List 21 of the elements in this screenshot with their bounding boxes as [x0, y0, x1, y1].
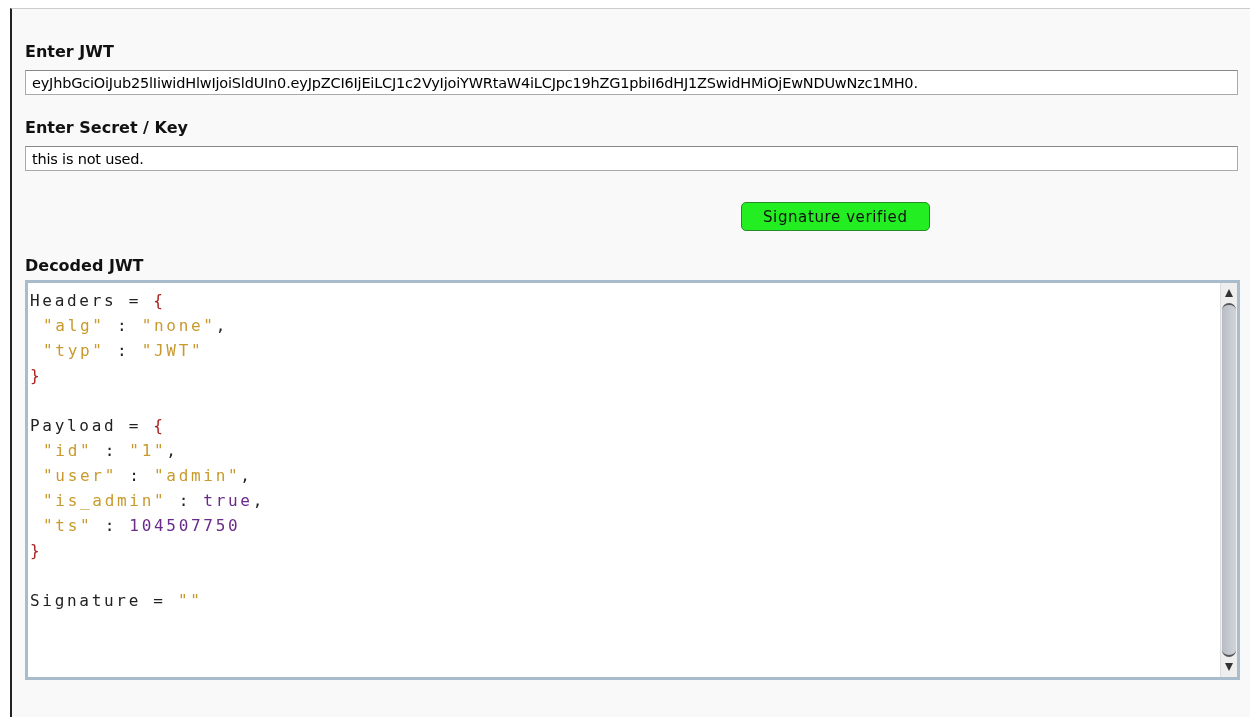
code-line: "ts" : 104507750 [43, 515, 241, 537]
code-line: "is_admin" : true, [43, 490, 265, 512]
code-line: "alg" : "none", [43, 315, 228, 337]
code-line: } [30, 365, 43, 387]
scroll-down-arrow-icon[interactable] [1225, 663, 1233, 671]
code-line: "typ" : "JWT" [43, 340, 204, 362]
signature-status-button[interactable]: Signature verified [741, 202, 930, 231]
code-line: "user" : "admin", [43, 465, 253, 487]
code-line: Payload = { [30, 415, 166, 437]
code-line: Headers = { [30, 290, 166, 312]
field-label: Enter JWT [25, 41, 115, 63]
text-field[interactable]: eyJhbGciOiJub25lIiwidHlwIjoiSldUIn0.eyJpZCI6IjEiLCJ1c2VyIjoiYWRtaW4iLCJpc19hZG1pbiI6dHJ1ZSwidHMiOjEwNDUwNzc1MH0. [25, 70, 1238, 95]
code-line: "id" : "1", [43, 440, 179, 462]
code-line: Signature = "" [30, 590, 203, 612]
decoded-text-area[interactable]: Headers = { "alg" : "none", "typ" : "JWT" } Payload = { "id" : "1", "user" : "admin", "is_admin" : true, "ts" : 104507750 } Signature = "" [25, 280, 1240, 680]
text-field[interactable]: this is not used. [25, 146, 1238, 171]
scrollbar[interactable] [1220, 283, 1237, 677]
field-label: Enter Secret / Key [25, 117, 189, 139]
scrollbar-thumb[interactable] [1222, 303, 1236, 657]
code-line: } [30, 540, 43, 562]
section-label: Decoded JWT [25, 255, 145, 277]
